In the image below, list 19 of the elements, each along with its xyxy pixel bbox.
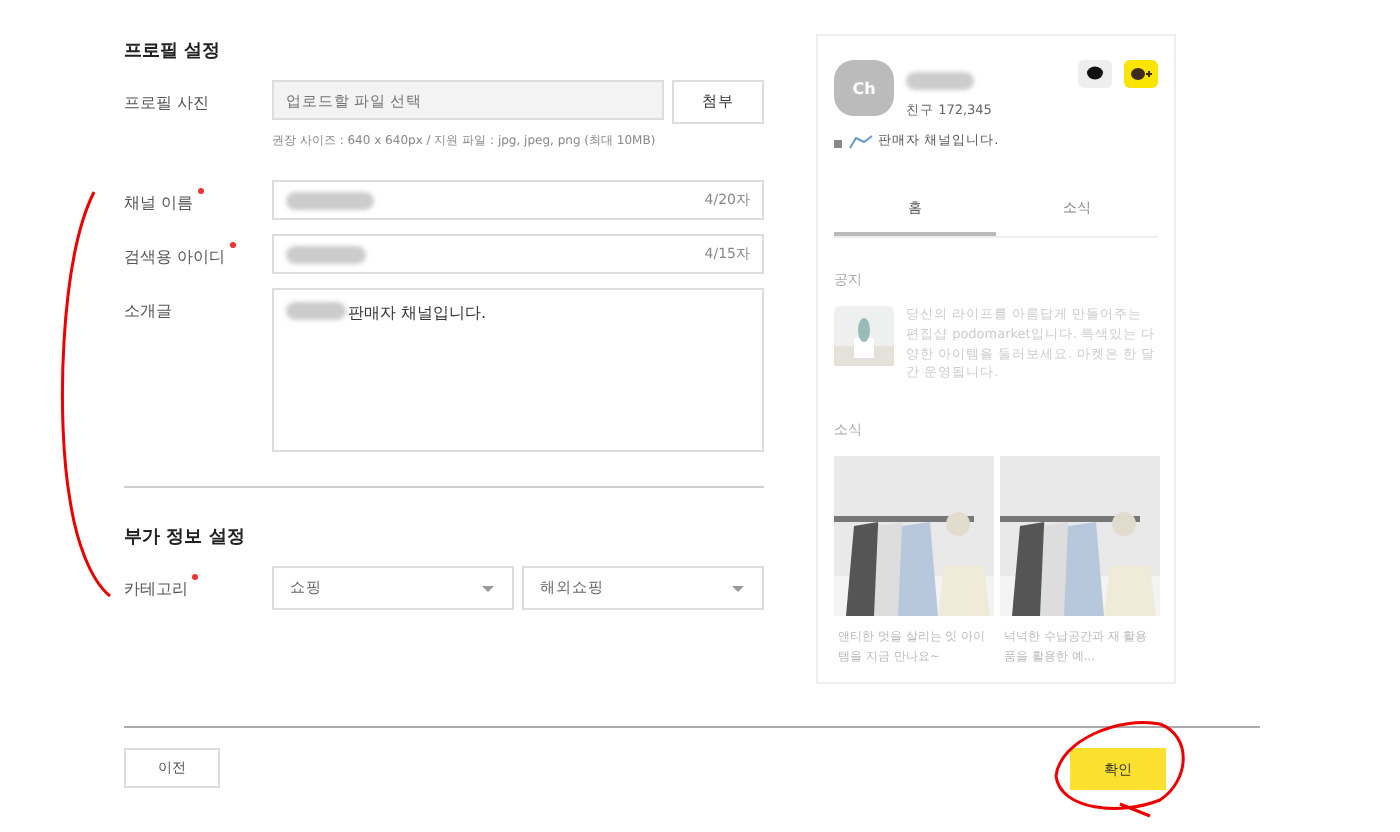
text-area[interactable]: 판매자 채널입니다. xyxy=(272,288,764,452)
section-title: 부가 정보 설정 xyxy=(124,526,247,550)
decoration-icon xyxy=(834,133,874,149)
field-label: 소개글 xyxy=(124,300,174,322)
field-label: 채널 이름 xyxy=(124,192,194,214)
add-friend-icon[interactable] xyxy=(1124,60,1158,88)
caret-icon xyxy=(480,583,496,593)
chat-icon[interactable] xyxy=(1078,60,1112,88)
redaction-mark xyxy=(906,72,974,90)
redaction-mark xyxy=(286,191,374,209)
field-label: 카테고리 xyxy=(124,578,188,600)
caret-icon xyxy=(730,583,746,593)
annotation-stroke xyxy=(1054,721,1185,818)
redaction-mark xyxy=(286,245,366,263)
field-label: 검색용 아이디 xyxy=(124,246,226,268)
section-title: 프로필 설정 xyxy=(124,40,223,64)
avatar: Ch xyxy=(834,60,894,116)
field-label: 프로필 사진 xyxy=(124,92,212,114)
redaction-mark xyxy=(286,302,346,320)
